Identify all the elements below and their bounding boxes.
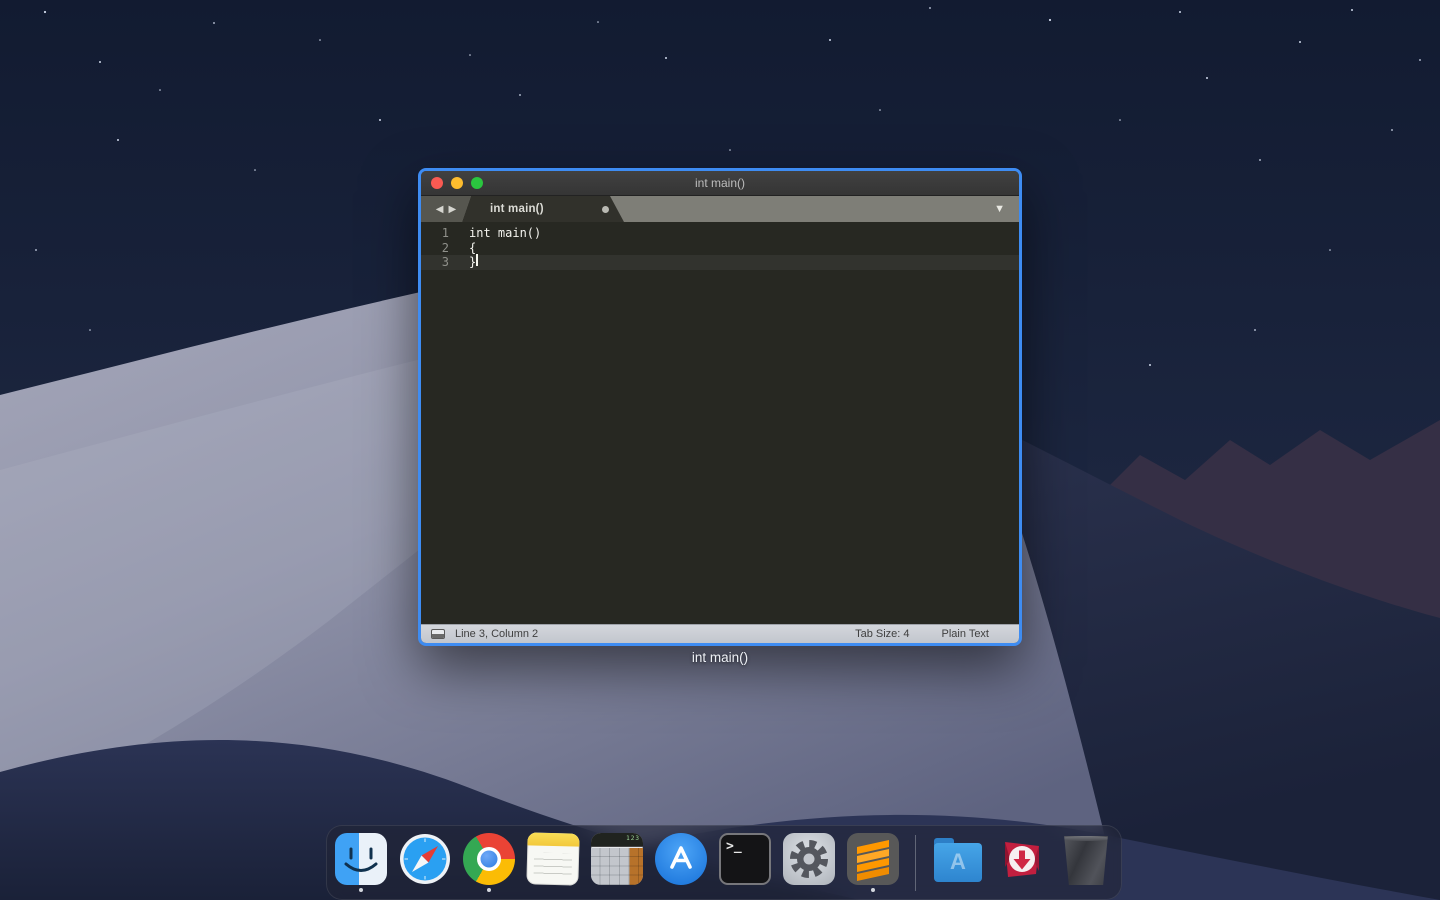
traffic-lights (431, 177, 483, 189)
calculator-icon: 123 (591, 833, 643, 885)
line-number: 2 (421, 241, 463, 256)
code-editor[interactable]: 1 int main() 2 { 3 } (421, 222, 1019, 622)
gear-icon (783, 833, 835, 885)
safari-icon (399, 833, 451, 885)
running-indicator (871, 888, 875, 892)
code-line: 1 int main() (421, 226, 1019, 241)
dock-item-sublime-text[interactable] (847, 833, 899, 893)
sublime-text-icon (847, 833, 899, 885)
window-titlebar[interactable]: int main() (421, 171, 1019, 196)
code-line-current: 3 } (421, 255, 1019, 270)
dock-item-applications-folder[interactable]: A (932, 833, 984, 893)
syntax-indicator[interactable]: Plain Text (942, 628, 990, 640)
dock-divider (915, 835, 916, 891)
zoom-button[interactable] (471, 177, 483, 189)
back-arrow-icon[interactable]: ◀ (436, 204, 444, 215)
tab-size-indicator[interactable]: Tab Size: 4 (855, 628, 909, 640)
dock-item-trash[interactable] (1060, 833, 1112, 893)
tab-label: int main() (490, 203, 544, 215)
dock-item-finder[interactable] (335, 833, 387, 893)
status-bar: Line 3, Column 2 Tab Size: 4 Plain Text (421, 624, 1019, 643)
terminal-icon: >_ (719, 833, 771, 885)
dock: 123 >_ (326, 825, 1122, 900)
download-icon (996, 833, 1048, 885)
text-caret (476, 254, 478, 266)
code-text: int main() (463, 226, 541, 241)
dock-item-calculator[interactable]: 123 (591, 833, 643, 893)
panel-toggle-icon[interactable] (431, 629, 445, 639)
notes-icon (526, 832, 579, 885)
chrome-icon (463, 833, 515, 885)
dock-item-app-store[interactable] (655, 833, 707, 893)
sublime-text-window: int main() ◀ ▶ int main() ▼ 1 int main()… (418, 168, 1022, 646)
finder-icon (335, 833, 387, 885)
dock-item-downloads-manager[interactable] (996, 833, 1048, 893)
dock-item-terminal[interactable]: >_ (719, 833, 771, 893)
tab-bar: ◀ ▶ int main() ▼ (421, 196, 1019, 222)
cursor-position: Line 3, Column 2 (455, 628, 538, 640)
forward-arrow-icon[interactable]: ▶ (449, 204, 457, 215)
code-text: } (463, 255, 476, 270)
code-line: 2 { (421, 241, 1019, 256)
tab-int-main[interactable]: int main() (462, 196, 624, 222)
tab-overflow-menu[interactable]: ▼ (994, 196, 1005, 222)
window-caption: int main() (418, 650, 1022, 665)
chevron-down-icon: ▼ (994, 203, 1005, 215)
dock-item-system-preferences[interactable] (783, 833, 835, 893)
minimize-button[interactable] (451, 177, 463, 189)
applications-folder-icon: A (932, 833, 984, 885)
line-number: 3 (421, 255, 463, 270)
dock-item-safari[interactable] (399, 833, 451, 893)
dock-item-notes[interactable] (527, 833, 579, 893)
trash-icon (1060, 835, 1112, 885)
desktop: int main() ◀ ▶ int main() ▼ 1 int main()… (0, 0, 1440, 900)
app-store-icon (655, 833, 707, 885)
dock-item-chrome[interactable] (463, 833, 515, 893)
close-button[interactable] (431, 177, 443, 189)
line-number: 1 (421, 226, 463, 241)
running-indicator (487, 888, 491, 892)
window-title: int main() (421, 176, 1019, 190)
code-text: { (463, 241, 476, 256)
tab-modified-dot-icon (602, 206, 609, 213)
running-indicator (359, 888, 363, 892)
